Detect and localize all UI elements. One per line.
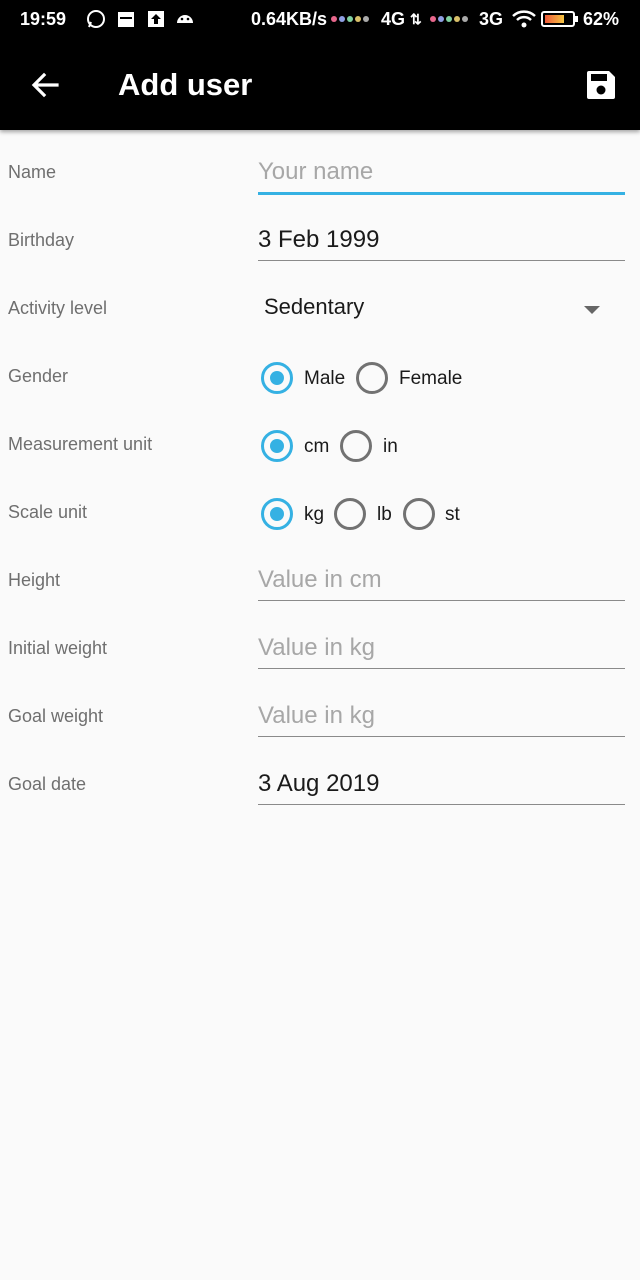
app-toolbar: Add user (0, 40, 640, 130)
row-initial-weight: Initial weight Value in kg (0, 616, 640, 684)
gender-label: Gender (8, 366, 69, 386)
whatsapp-icon (87, 10, 105, 28)
unit-cm-label[interactable]: cm (304, 436, 329, 458)
gender-female-radio[interactable] (356, 362, 388, 394)
initial-weight-label: Initial weight (8, 638, 108, 658)
unit-cm-radio[interactable] (261, 430, 293, 462)
upload-icon (148, 11, 164, 27)
row-measurement-unit: Measurement unit cm in (0, 412, 640, 480)
scale-lb-label[interactable]: lb (377, 504, 392, 526)
activity-label: Activity level (8, 298, 108, 318)
row-goal-weight: Goal weight Value in kg (0, 684, 640, 752)
height-label: Height (8, 570, 61, 590)
scale-kg-label[interactable]: kg (304, 504, 324, 526)
initial-weight-input[interactable]: Value in kg (258, 626, 625, 669)
status-time: 19:59 (20, 9, 67, 29)
goal-weight-label: Goal weight (8, 706, 104, 726)
row-activity: Activity level Sedentary (0, 276, 640, 344)
wifi-icon (512, 10, 536, 28)
scale-st-radio[interactable] (403, 498, 435, 530)
name-label: Name (8, 162, 57, 182)
network-type-1: 4G (381, 9, 406, 29)
scale-lb-radio[interactable] (334, 498, 366, 530)
goal-date-label: Goal date (8, 774, 87, 794)
height-input[interactable]: Value in cm (258, 558, 625, 601)
arrow-back-icon[interactable] (28, 68, 62, 102)
signal-dots-2 (430, 16, 468, 22)
measurement-unit-label: Measurement unit (8, 434, 153, 454)
battery-icon (541, 11, 578, 27)
row-gender: Gender Male Female (0, 344, 640, 412)
name-input[interactable]: Your name (258, 150, 625, 195)
birthday-label: Birthday (8, 230, 75, 250)
gender-male-radio[interactable] (261, 362, 293, 394)
gender-male-label[interactable]: Male (304, 368, 345, 390)
scale-unit-label: Scale unit (8, 502, 88, 522)
scale-kg-radio[interactable] (261, 498, 293, 530)
dropdown-arrow-icon[interactable] (584, 306, 600, 314)
network-type-2: 3G (479, 9, 504, 29)
goal-date-field[interactable]: 3 Aug 2019 (258, 762, 625, 805)
activity-value[interactable]: Sedentary (264, 294, 364, 320)
scale-st-label[interactable]: st (445, 504, 460, 526)
row-height: Height Value in cm (0, 548, 640, 616)
row-goal-date: Goal date 3 Aug 2019 (0, 752, 640, 820)
row-scale-unit: Scale unit kg lb st (0, 480, 640, 548)
data-arrows-icon: ⇅ (410, 11, 422, 27)
gender-female-label[interactable]: Female (399, 368, 462, 390)
goal-weight-input[interactable]: Value in kg (258, 694, 625, 737)
network-speed: 0.64KB/s (251, 9, 328, 29)
battery-percent: 62% (583, 9, 620, 29)
unit-in-radio[interactable] (340, 430, 372, 462)
signal-dots-1 (331, 16, 369, 22)
save-floppy-icon[interactable] (584, 68, 618, 102)
android-icon (177, 15, 193, 23)
status-bar: 19:59 0.64KB/s 4G ⇅ 3G 62% (0, 0, 640, 40)
birthday-field[interactable]: 3 Feb 1999 (258, 218, 625, 261)
calendar-icon (118, 12, 134, 27)
unit-in-label[interactable]: in (383, 436, 398, 458)
row-name: Name Your name (0, 140, 640, 208)
page-title: Add user (118, 67, 253, 102)
row-birthday: Birthday 3 Feb 1999 (0, 208, 640, 276)
